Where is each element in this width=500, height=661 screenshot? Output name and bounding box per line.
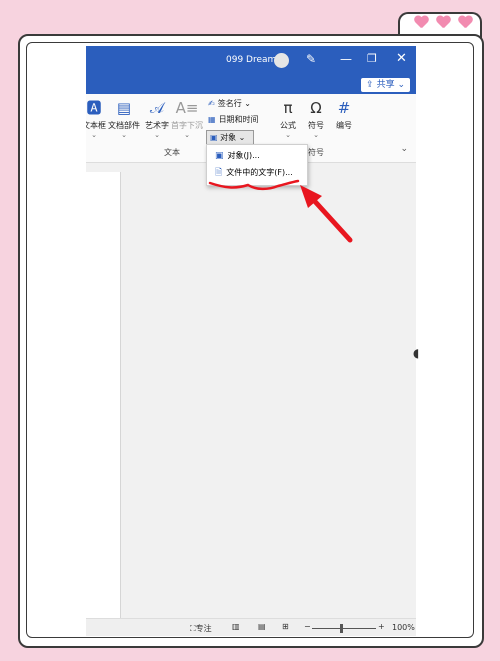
status-bar: ⛶专注 ▥ ▤ ⊞ − + 100% (86, 618, 416, 636)
menu-item-text-from-file[interactable]: 🗎 文件中的文字(F)... (215, 166, 293, 180)
title-bar: 099 Dream ✎ — ❐ ✕ (86, 46, 416, 76)
document-icon: 🗎 (215, 168, 223, 178)
chevron-down-icon: ⌄ (313, 131, 319, 139)
restore-button[interactable]: ❐ (367, 52, 377, 65)
menu-item-object[interactable]: ▣ 对象(J)... (215, 149, 260, 163)
focus-mode-button[interactable]: ⛶专注 (190, 623, 212, 634)
avatar[interactable] (274, 53, 289, 68)
number-icon: # (337, 99, 351, 117)
share-button[interactable]: ⇪ 共享 ⌄ (361, 78, 410, 92)
word-window: 099 Dream ✎ — ❐ ✕ ⇪ 共享 ⌄ 🅰 文本框 ⌄ ▤ 文档部件 … (86, 46, 416, 636)
close-button[interactable]: ✕ (396, 51, 407, 66)
cursor-mark: ◖ (413, 346, 420, 360)
object-dropdown-menu: ▣ 对象(J)... 🗎 文件中的文字(F)... (206, 144, 308, 186)
share-icon: ⇪ (366, 80, 377, 90)
zoom-slider-thumb[interactable] (340, 624, 343, 633)
zoom-slider[interactable] (312, 628, 376, 629)
pen-icon[interactable]: ✎ (306, 52, 316, 66)
quickparts-button[interactable]: ▤ 文档部件 ⌄ (108, 98, 140, 139)
datetime-button[interactable]: ▦ 日期和时间 (208, 114, 259, 125)
web-layout-icon[interactable]: ⊞ (282, 622, 289, 631)
object-icon: ▣ (210, 133, 218, 142)
user-name[interactable]: 099 Dream (226, 55, 276, 65)
chevron-down-icon: ⌄ (238, 133, 246, 142)
heart-icon (458, 16, 472, 28)
chevron-down-icon: ⌄ (91, 131, 97, 139)
signature-line-button[interactable]: ✍ 签名行 ⌄ (208, 98, 251, 109)
document-page[interactable] (86, 172, 121, 618)
print-layout-icon[interactable]: ▤ (258, 622, 266, 631)
chevron-down-icon: ⌄ (244, 99, 251, 108)
signature-icon: ✍ (208, 99, 215, 108)
object-icon: ▣ (215, 151, 224, 161)
calendar-icon: ▦ (208, 115, 216, 124)
dropcap-icon: A≡ (175, 99, 199, 117)
textbox-icon: 🅰 (86, 99, 102, 117)
heart-icon (414, 16, 428, 28)
text-group-label: 文本 (164, 148, 180, 157)
chevron-down-icon: ⌄ (394, 80, 405, 90)
number-button[interactable]: # 编号 (328, 98, 360, 131)
symbol-group-label: 符号 (308, 148, 324, 157)
chevron-down-icon: ⌄ (184, 131, 190, 139)
chevron-down-icon: ⌄ (154, 131, 160, 139)
dropcap-button[interactable]: A≡ 首字下沉 ⌄ (171, 98, 203, 139)
zoom-out-button[interactable]: − (304, 622, 311, 631)
read-mode-icon[interactable]: ▥ (232, 622, 240, 631)
quickparts-icon: ▤ (116, 99, 132, 117)
chevron-down-icon: ⌄ (121, 131, 127, 139)
wordart-button[interactable]: 𝒜 艺术字 ⌄ (141, 98, 173, 139)
zoom-in-button[interactable]: + (378, 622, 385, 631)
object-button[interactable]: ▣ 对象 ⌄ (206, 130, 254, 145)
ribbon-tabs-strip: ⇪ 共享 ⌄ (86, 76, 416, 94)
zoom-level[interactable]: 100% (392, 623, 415, 632)
wordart-icon: 𝒜 (149, 99, 165, 117)
minimize-button[interactable]: — (340, 52, 352, 66)
heart-icon (436, 16, 450, 28)
chevron-down-icon[interactable]: ⌄ (400, 144, 408, 154)
textbox-button[interactable]: 🅰 文本框 ⌄ (86, 98, 110, 139)
hearts-decoration (414, 16, 472, 28)
